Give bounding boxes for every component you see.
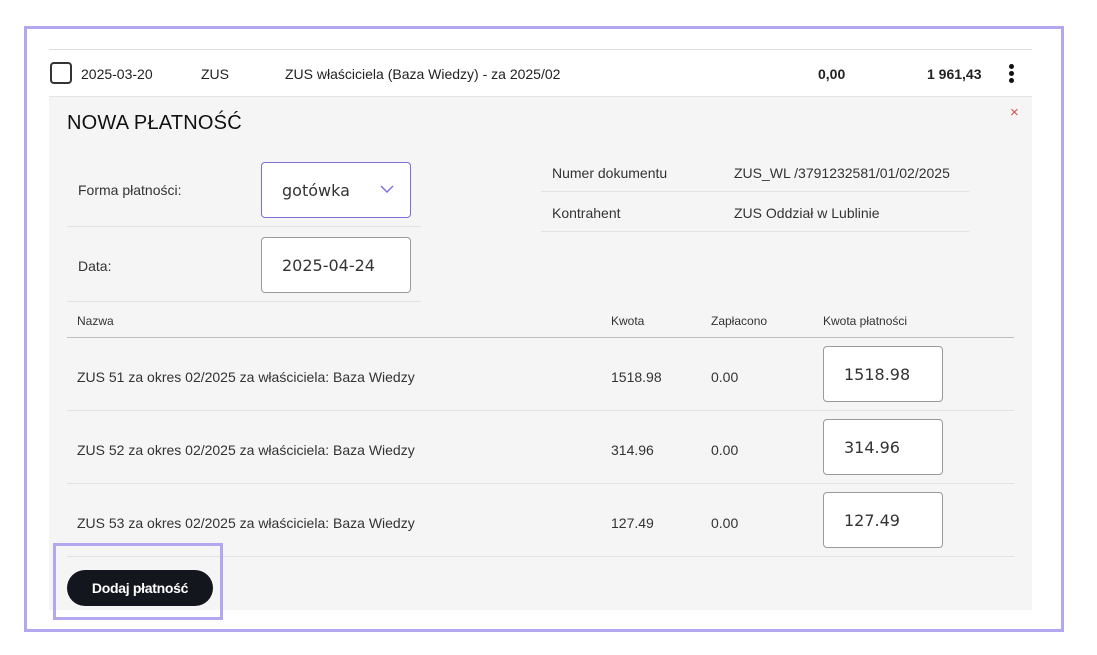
document-row: 2025-03-20 ZUS ZUS właściciela (Baza Wie… — [49, 49, 1032, 97]
row-divider — [67, 483, 1014, 484]
contractor-value: ZUS Oddział w Lublinie — [734, 205, 880, 221]
payment-amount-input[interactable] — [824, 420, 942, 474]
row-checkbox[interactable] — [50, 62, 72, 84]
payment-form-value: gotówka — [282, 181, 350, 200]
divider — [541, 231, 969, 232]
divider — [67, 226, 421, 227]
row-paid: 0.00 — [711, 442, 739, 458]
payment-form-label: Forma płatności: — [78, 182, 182, 198]
panel-title: NOWA PŁATNOŚĆ — [67, 112, 242, 134]
row-name: ZUS 52 za okres 02/2025 za właściciela: … — [77, 442, 415, 458]
payment-amount-input[interactable] — [824, 493, 942, 547]
payment-amount-field[interactable] — [823, 419, 943, 475]
col-header-payment: Kwota płatności — [823, 314, 908, 328]
row-amount: 314.96 — [611, 442, 654, 458]
doc-number-value: ZUS_WL /3791232581/01/02/2025 — [734, 165, 950, 181]
more-vertical-icon[interactable] — [1005, 64, 1017, 86]
payment-card: 2025-03-20 ZUS ZUS właściciela (Baza Wie… — [49, 49, 1032, 610]
row-amount: 127.49 — [611, 515, 654, 531]
row-paid: 0,00 — [818, 66, 846, 82]
divider — [67, 301, 421, 302]
table-header-divider — [67, 337, 1014, 338]
add-payment-button[interactable]: Dodaj płatność — [67, 570, 213, 606]
contractor-label: Kontrahent — [552, 205, 621, 221]
row-name: ZUS 51 za okres 02/2025 za właściciela: … — [77, 369, 415, 385]
row-divider — [67, 410, 1014, 411]
row-type: ZUS — [201, 66, 229, 82]
payment-amount-input[interactable] — [824, 347, 942, 401]
col-header-amount: Kwota — [611, 314, 645, 328]
row-divider — [67, 556, 1014, 557]
divider — [541, 191, 969, 192]
payment-amount-field[interactable] — [823, 346, 943, 402]
date-field[interactable] — [261, 237, 411, 293]
row-paid: 0.00 — [711, 369, 739, 385]
row-description: ZUS właściciela (Baza Wiedzy) - za 2025/… — [285, 66, 561, 82]
col-header-paid: Zapłacono — [711, 314, 768, 328]
row-paid: 0.00 — [711, 515, 739, 531]
close-icon[interactable]: × — [1010, 104, 1019, 121]
doc-number-label: Numer dokumentu — [552, 165, 668, 181]
col-header-name: Nazwa — [77, 314, 114, 328]
row-amount: 1518.98 — [611, 369, 662, 385]
new-payment-panel: NOWA PŁATNOŚĆ × Forma płatności: gotówka… — [49, 97, 1032, 610]
chevron-down-icon — [380, 185, 394, 193]
payment-amount-field[interactable] — [823, 492, 943, 548]
row-name: ZUS 53 za okres 02/2025 za właściciela: … — [77, 515, 415, 531]
row-date: 2025-03-20 — [81, 66, 153, 82]
date-input[interactable] — [262, 238, 410, 292]
payment-form-select[interactable]: gotówka — [261, 162, 411, 218]
date-label: Data: — [78, 258, 112, 274]
row-amount: 1 961,43 — [927, 66, 982, 82]
